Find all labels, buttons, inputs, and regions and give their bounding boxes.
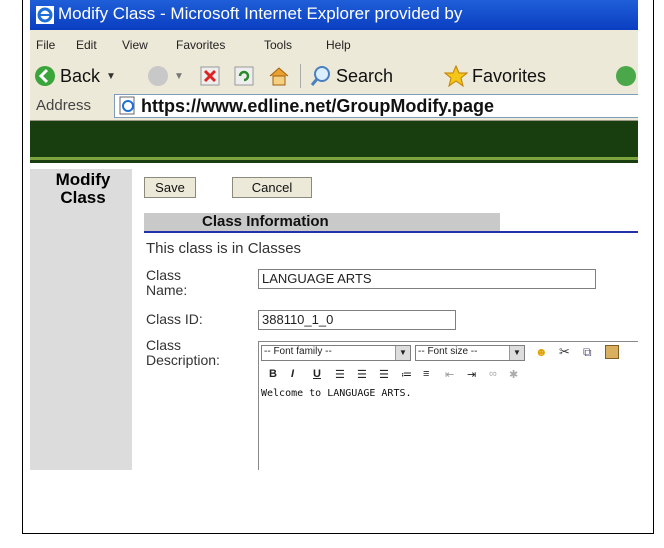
forward-dropdown-icon[interactable]: ▼ [174, 71, 184, 82]
ie-logo-icon [36, 6, 54, 24]
paste-icon[interactable] [605, 345, 619, 359]
refresh-button[interactable] [234, 64, 254, 88]
media-icon [616, 66, 636, 86]
cut-icon[interactable]: ✂ [559, 344, 570, 360]
save-button[interactable]: Save [144, 177, 196, 198]
home-icon [269, 67, 289, 86]
align-right-icon[interactable]: ☰ [379, 368, 389, 381]
forward-arrow-icon [148, 66, 168, 86]
search-icon [310, 66, 330, 86]
emoticon-icon[interactable]: ☻ [535, 345, 548, 359]
toolbar: Back ▼ ▼ Search Favorites [30, 60, 638, 93]
back-arrow-icon [35, 66, 55, 86]
toolbar-separator [300, 64, 301, 88]
window-title: Modify Class - Microsoft Internet Explor… [58, 4, 463, 23]
menu-edit[interactable]: Edit [76, 38, 97, 52]
indent-icon[interactable]: ⇥ [467, 368, 476, 381]
section-title: Class Information [202, 213, 329, 230]
favorites-button[interactable]: Favorites [444, 64, 546, 88]
class-location-text: This class is in Classes [146, 240, 302, 257]
browser-window: Modify Class - Microsoft Internet Explor… [30, 0, 638, 470]
class-id-label: Class ID: [146, 311, 203, 327]
outdent-icon[interactable]: ⇤ [445, 368, 454, 381]
media-button[interactable] [616, 64, 636, 88]
section-rule [144, 231, 638, 233]
class-name-input[interactable]: LANGUAGE ARTS [258, 269, 596, 289]
address-url: https://www.edline.net/GroupModify.page [141, 96, 494, 116]
ordered-list-icon[interactable]: ≔ [401, 368, 412, 381]
forward-button[interactable]: ▼ [148, 64, 184, 88]
class-id-input[interactable]: 388110_1_0 [258, 310, 456, 330]
section-header: Class Information [144, 213, 500, 231]
class-description-label: Class Description: [146, 337, 220, 368]
unordered-list-icon[interactable]: ≡ [423, 368, 429, 380]
italic-icon[interactable]: I [291, 368, 294, 380]
font-family-dropdown-icon[interactable]: ▼ [395, 346, 410, 360]
class-name-label: Class Name: [146, 267, 188, 298]
back-label: Back [60, 65, 101, 86]
align-center-icon[interactable]: ☰ [357, 368, 367, 381]
favorites-star-icon [444, 65, 468, 87]
underline-icon[interactable]: U [313, 368, 321, 380]
align-left-icon[interactable]: ☰ [335, 368, 345, 381]
editor-content[interactable]: Welcome to LANGUAGE ARTS. [261, 388, 412, 399]
cancel-button[interactable]: Cancel [232, 177, 312, 198]
page-icon [119, 96, 135, 115]
address-label: Address [36, 97, 92, 114]
unlink-icon[interactable]: ✱ [509, 368, 518, 381]
back-dropdown-icon[interactable]: ▼ [106, 71, 116, 82]
font-family-value: -- Font family -- [264, 346, 332, 357]
address-input[interactable]: https://www.edline.net/GroupModify.page [114, 94, 638, 118]
menu-file[interactable]: File [36, 38, 55, 52]
home-button[interactable] [268, 64, 290, 88]
sidebar-heading: Modify Class [55, 170, 111, 207]
banner-rule [30, 157, 638, 160]
menu-tools[interactable]: Tools [264, 38, 292, 52]
font-size-select[interactable]: -- Font size -- ▼ [415, 345, 525, 361]
menu-bar: File Edit View Favorites Tools Help [30, 30, 638, 61]
main-content: Save Cancel Class Information This class… [132, 169, 638, 470]
rich-text-editor: -- Font family -- ▼ -- Font size -- ▼ ☻ … [258, 341, 638, 470]
search-label: Search [336, 65, 394, 86]
menu-help[interactable]: Help [326, 38, 351, 52]
address-bar: Address https://www.edline.net/GroupModi… [30, 92, 638, 121]
back-button[interactable]: Back ▼ [34, 64, 116, 88]
sidebar: Modify Class [30, 169, 132, 470]
stop-icon [200, 66, 220, 86]
bold-icon[interactable]: B [269, 368, 277, 380]
stop-button[interactable] [200, 64, 220, 88]
title-bar: Modify Class - Microsoft Internet Explor… [30, 0, 638, 30]
refresh-icon [234, 66, 254, 86]
school-banner [30, 121, 638, 163]
menu-view[interactable]: View [122, 38, 148, 52]
copy-icon[interactable]: ⧉ [583, 345, 592, 360]
font-size-dropdown-icon[interactable]: ▼ [509, 346, 524, 360]
favorites-label: Favorites [472, 65, 547, 86]
search-button[interactable]: Search [310, 64, 393, 88]
link-icon[interactable]: ∞ [489, 368, 497, 380]
font-size-value: -- Font size -- [418, 346, 478, 357]
menu-favorites[interactable]: Favorites [176, 38, 225, 52]
font-family-select[interactable]: -- Font family -- ▼ [261, 345, 411, 361]
